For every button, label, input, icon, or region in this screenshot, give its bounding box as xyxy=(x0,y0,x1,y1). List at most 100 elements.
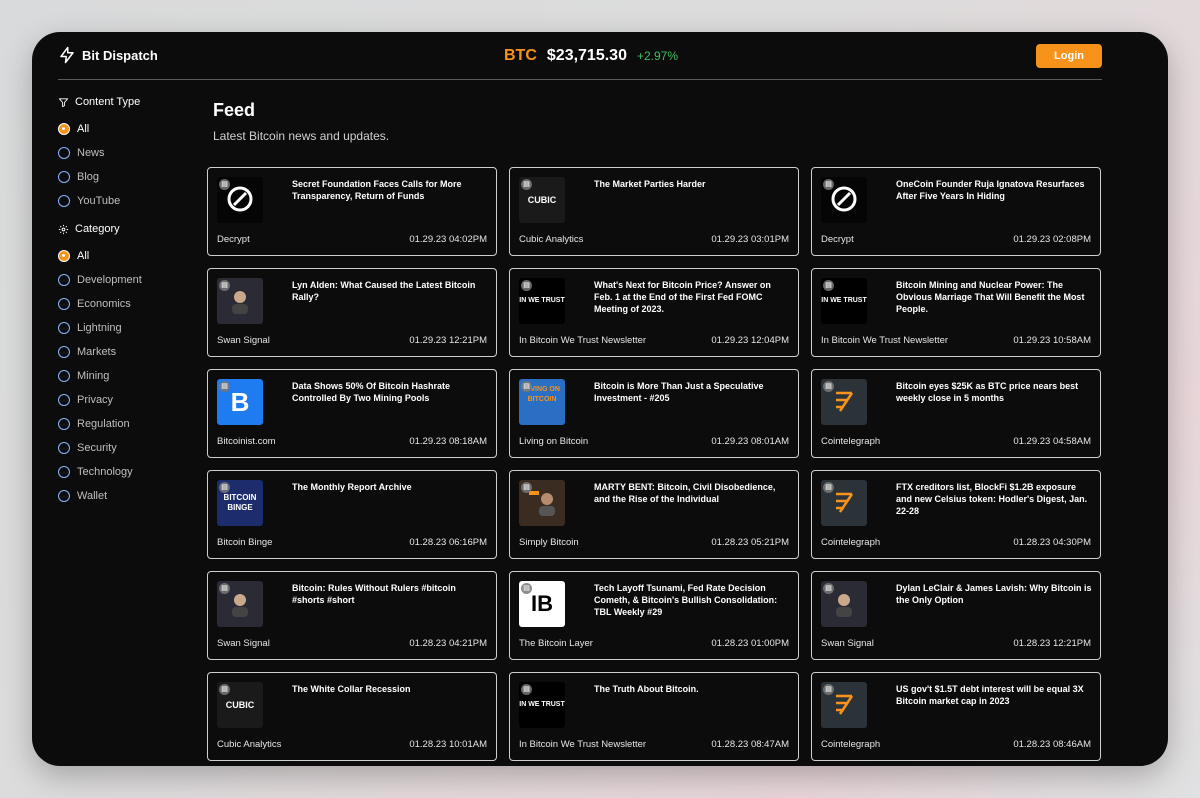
card-title[interactable]: Data Shows 50% Of Bitcoin Hashrate Contr… xyxy=(292,380,488,404)
feed-card[interactable]: ▤ BITCOIN BINGE The Monthly Report Archive… xyxy=(207,470,497,559)
lightning-icon xyxy=(60,46,74,64)
radio-button[interactable] xyxy=(58,195,70,207)
card-title[interactable]: The Market Parties Harder xyxy=(594,178,790,190)
feed-card[interactable]: ▤ FTX creditors list, BlockFi $1.2B expos… xyxy=(811,470,1101,559)
radio-button[interactable] xyxy=(58,274,70,286)
content-type-title: Content Type xyxy=(75,96,141,108)
login-button[interactable]: Login xyxy=(1036,44,1102,68)
header: Bit Dispatch BTC $23,715.30 +2.97% Login xyxy=(58,32,1102,80)
category-option[interactable]: Markets xyxy=(58,340,198,364)
category-option[interactable]: Privacy xyxy=(58,388,198,412)
card-title[interactable]: What's Next for Bitcoin Price? Answer on… xyxy=(594,279,790,315)
app-window: Bit Dispatch BTC $23,715.30 +2.97% Login… xyxy=(32,32,1168,766)
card-title[interactable]: Bitcoin eyes $25K as BTC price nears bes… xyxy=(896,380,1092,404)
feed-card[interactable]: ▤ B Data Shows 50% Of Bitcoin Hashrate Con… xyxy=(207,369,497,458)
category-option[interactable]: Development xyxy=(58,268,198,292)
document-icon: ▤ xyxy=(823,381,834,392)
feed-card[interactable]: ▤ Bitcoin: Rules Without Rulers #bitcoin … xyxy=(207,571,497,660)
radio-button[interactable] xyxy=(58,346,70,358)
card-title[interactable]: The Monthly Report Archive xyxy=(292,481,488,493)
card-title[interactable]: MARTY BENT: Bitcoin, Civil Disobedience,… xyxy=(594,481,790,505)
card-title[interactable]: US gov't $1.5T debt interest will be equ… xyxy=(896,683,1092,707)
card-source: Cubic Analytics xyxy=(519,234,584,245)
category-option-label: Markets xyxy=(77,346,117,358)
feed-card[interactable]: ▤ IN WE TRUST The Truth About Bitcoin. In B… xyxy=(509,672,799,761)
category-option[interactable]: Lightning xyxy=(58,316,198,340)
card-title[interactable]: Tech Layoff Tsunami, Fed Rate Decision C… xyxy=(594,582,790,618)
content-type-option[interactable]: All xyxy=(58,117,198,141)
card-timestamp: 01.29.23 03:01PM xyxy=(711,234,789,245)
radio-button[interactable] xyxy=(58,418,70,430)
feed-card[interactable]: ▤ OneCoin Founder Ruja Ignatova Resurface… xyxy=(811,167,1101,256)
radio-button[interactable] xyxy=(58,147,70,159)
radio-button[interactable] xyxy=(58,171,70,183)
card-timestamp: 01.28.23 01:00PM xyxy=(711,638,789,649)
card-title[interactable]: The Truth About Bitcoin. xyxy=(594,683,790,695)
cointelegraph-logo-icon xyxy=(830,387,858,417)
card-title[interactable]: Secret Foundation Faces Calls for More T… xyxy=(292,178,488,202)
category-option-label: Economics xyxy=(77,298,131,310)
radio-button[interactable] xyxy=(58,298,70,310)
radio-button[interactable] xyxy=(58,322,70,334)
ticker-price: $23,715.30 xyxy=(546,47,627,64)
card-title[interactable]: Dylan LeClair & James Lavish: Why Bitcoi… xyxy=(896,582,1092,606)
decrypt-thumbnail: ▤ xyxy=(821,177,867,223)
video-portrait-icon xyxy=(829,588,859,620)
document-icon: ▤ xyxy=(521,684,532,695)
brand[interactable]: Bit Dispatch xyxy=(58,46,158,64)
radio-button[interactable] xyxy=(58,490,70,502)
content-type-option[interactable]: YouTube xyxy=(58,189,198,213)
radio-button[interactable] xyxy=(58,250,70,262)
card-title[interactable]: FTX creditors list, BlockFi $1.2B exposu… xyxy=(896,481,1092,517)
card-source: Living on Bitcoin xyxy=(519,436,589,447)
category-option[interactable]: Security xyxy=(58,436,198,460)
card-title[interactable]: Lyn Alden: What Caused the Latest Bitcoi… xyxy=(292,279,488,303)
feed-card[interactable]: ▤ IN WE TRUST Bitcoin Mining and Nuclear P… xyxy=(811,268,1101,357)
feed-card[interactable]: ▤ Bitcoin eyes $25K as BTC price nears be… xyxy=(811,369,1101,458)
btc-ticker: BTC $23,715.30 +2.97% xyxy=(504,47,678,65)
category-option-label: Lightning xyxy=(77,322,122,334)
feed-card[interactable]: ▤ Secret Foundation Faces Calls for More … xyxy=(207,167,497,256)
content-type-option[interactable]: News xyxy=(58,141,198,165)
feed-card[interactable]: ▤ CUBIC The Market Parties Harder Cubic Ana… xyxy=(509,167,799,256)
category-option[interactable]: Technology xyxy=(58,460,198,484)
category-option[interactable]: Mining xyxy=(58,364,198,388)
swan-thumbnail: ▤ xyxy=(217,581,263,627)
content-type-option[interactable]: Blog xyxy=(58,165,198,189)
radio-button[interactable] xyxy=(58,370,70,382)
card-timestamp: 01.29.23 08:01AM xyxy=(711,436,789,447)
radio-button[interactable] xyxy=(58,394,70,406)
radio-button[interactable] xyxy=(58,123,70,135)
card-title[interactable]: Bitcoin: Rules Without Rulers #bitcoin #… xyxy=(292,582,488,606)
cubic-thumbnail: ▤ CUBIC xyxy=(519,177,565,223)
feed-card[interactable]: ▤ MARTY BENT: Bitcoin, Civil Disobedience… xyxy=(509,470,799,559)
card-title[interactable]: OneCoin Founder Ruja Ignatova Resurfaces… xyxy=(896,178,1092,202)
category-title: Category xyxy=(75,223,120,235)
category-option[interactable]: Economics xyxy=(58,292,198,316)
feed-card[interactable]: ▤ Lyn Alden: What Caused the Latest Bitco… xyxy=(207,268,497,357)
filter-icon xyxy=(58,97,69,107)
card-timestamp: 01.28.23 04:30PM xyxy=(1013,537,1091,548)
feed-card[interactable]: ▤ CUBIC The White Collar Recession Cubic An… xyxy=(207,672,497,761)
card-source: In Bitcoin We Trust Newsletter xyxy=(519,335,647,346)
radio-button[interactable] xyxy=(58,442,70,454)
feed-card[interactable]: ▤ IB Tech Layoff Tsunami, Fed Rate Decisio… xyxy=(509,571,799,660)
card-title[interactable]: Bitcoin Mining and Nuclear Power: The Ob… xyxy=(896,279,1092,315)
document-icon: ▤ xyxy=(219,482,230,493)
category-option[interactable]: Regulation xyxy=(58,412,198,436)
category-option[interactable]: All xyxy=(58,244,198,268)
card-source: In Bitcoin We Trust Newsletter xyxy=(519,739,647,750)
card-timestamp: 01.28.23 06:16PM xyxy=(409,537,487,548)
simply-thumbnail: ▤ xyxy=(519,480,565,526)
category-option-label: Technology xyxy=(77,466,133,478)
card-title[interactable]: The White Collar Recession xyxy=(292,683,488,695)
category-options: All Development Economics Lightning Markets M… xyxy=(58,244,198,508)
feed-card[interactable]: ▤ IN WE TRUST What's Next for Bitcoin Pric… xyxy=(509,268,799,357)
feed-card[interactable]: ▤ Dylan LeClair & James Lavish: Why Bitco… xyxy=(811,571,1101,660)
category-option[interactable]: Wallet xyxy=(58,484,198,508)
card-title[interactable]: Bitcoin is More Than Just a Speculative … xyxy=(594,380,790,404)
radio-button[interactable] xyxy=(58,466,70,478)
feed-card[interactable]: ▤ LIVING ON BITCOIN Bitcoin is More Than J… xyxy=(509,369,799,458)
decrypt-logo-icon xyxy=(829,184,859,216)
feed-card[interactable]: ▤ US gov't $1.5T debt interest will be eq… xyxy=(811,672,1101,761)
